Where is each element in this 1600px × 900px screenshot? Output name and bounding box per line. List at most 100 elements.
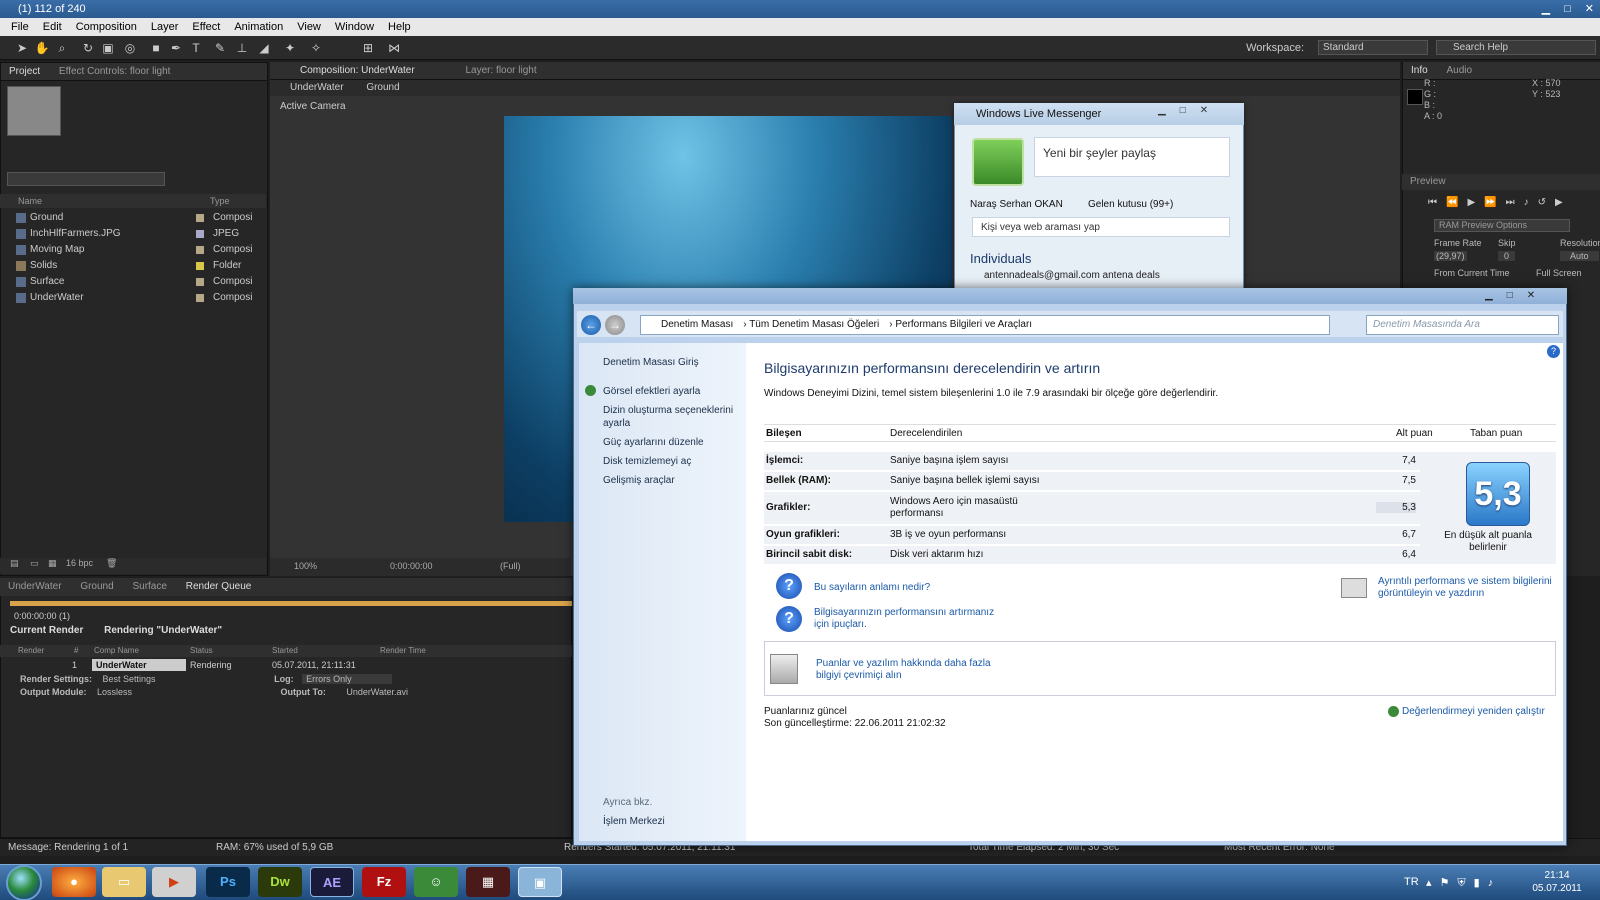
tab-surface[interactable]: Surface xyxy=(124,581,174,592)
skip-select[interactable]: 0 xyxy=(1498,251,1516,261)
local-axis-icon[interactable]: ⊞ xyxy=(360,40,376,56)
next-frame-icon[interactable]: ⏩ xyxy=(1484,197,1505,208)
show-hidden-icons-icon[interactable]: ▴ xyxy=(1426,877,1440,889)
frame-rate-select[interactable]: (29,97) xyxy=(1434,251,1467,261)
tab-audio[interactable]: Audio xyxy=(1438,65,1480,76)
media-player-icon[interactable]: ▶ xyxy=(152,867,196,897)
project-item[interactable]: Ground Composi xyxy=(0,210,266,226)
language-indicator[interactable]: TR xyxy=(1404,876,1419,888)
pen-tool-icon[interactable]: ✒ xyxy=(168,40,184,56)
rerun-assessment-link[interactable]: Değerlendirmeyi yeniden çalıştır xyxy=(1402,706,1545,718)
search-input[interactable]: Denetim Masasında Ara xyxy=(1366,315,1559,335)
breadcrumb-all-items[interactable]: Tüm Denetim Masası Öğeleri xyxy=(749,319,879,330)
prev-frame-icon[interactable]: ⏪ xyxy=(1446,197,1467,208)
clock[interactable]: 21:14 05.07.2011 xyxy=(1524,869,1590,895)
messenger-icon[interactable]: ☺ xyxy=(414,867,458,897)
maximize-icon[interactable]: □ xyxy=(1180,105,1186,116)
project-item[interactable]: Surface Composi xyxy=(0,274,266,290)
eraser-tool-icon[interactable]: ◢ xyxy=(256,40,272,56)
dreamweaver-icon[interactable]: Dw xyxy=(258,867,302,897)
first-frame-icon[interactable]: ⏮ xyxy=(1428,197,1446,208)
link-what-numbers-mean[interactable]: Bu sayıların anlamı nedir? xyxy=(814,582,930,594)
menu-effect[interactable]: Effect xyxy=(185,21,227,33)
menu-file[interactable]: File xyxy=(4,21,36,33)
project-item[interactable]: UnderWater Composi xyxy=(0,290,266,306)
close-icon[interactable]: ✕ xyxy=(1585,0,1594,18)
menu-help[interactable]: Help xyxy=(381,21,418,33)
maximize-icon[interactable]: □ xyxy=(1507,290,1513,301)
render-queue-row[interactable]: 1 UnderWater Rendering 05.07.2011, 21:11… xyxy=(0,659,572,671)
rectangle-tool-icon[interactable]: ■ xyxy=(148,40,164,56)
filezilla-icon[interactable]: Fz xyxy=(362,867,406,897)
project-search-input[interactable] xyxy=(7,172,165,186)
sidebar-item-indexing[interactable]: Dizin oluşturma seçeneklerini ayarla xyxy=(603,404,743,430)
sidebar-item-disk-cleanup[interactable]: Disk temizlemeyi aç xyxy=(603,455,691,468)
close-icon[interactable]: ✕ xyxy=(1200,105,1208,116)
ram-preview-icon[interactable]: ▶ xyxy=(1555,197,1572,208)
user-name-dropdown[interactable]: Naraş Serhan OKAN xyxy=(970,199,1063,210)
minimize-icon[interactable]: ▁ xyxy=(1485,290,1493,301)
link-performance-tips[interactable]: Bilgisayarınızın performansını artırmanı… xyxy=(814,607,1004,631)
hand-tool-icon[interactable]: ✋ xyxy=(34,40,50,56)
search-help-input[interactable]: Search Help xyxy=(1436,40,1596,55)
roto-brush-tool-icon[interactable]: ✦ xyxy=(282,40,298,56)
project-item[interactable]: Solids Folder xyxy=(0,258,266,274)
menu-edit[interactable]: Edit xyxy=(36,21,69,33)
clone-stamp-tool-icon[interactable]: ⊥ xyxy=(234,40,250,56)
tab-underwater[interactable]: UnderWater xyxy=(0,581,70,592)
sidebar-item-action-center[interactable]: İşlem Merkezi xyxy=(603,815,665,828)
back-arrow-icon[interactable]: ← xyxy=(581,315,601,335)
column-started[interactable]: Started xyxy=(272,645,298,657)
workspace-select[interactable]: Standard xyxy=(1318,40,1428,55)
firefox-icon[interactable]: ● xyxy=(52,867,96,897)
column-type[interactable]: Type xyxy=(210,194,230,208)
sidebar-item-advanced-tools[interactable]: Gelişmiş araçlar xyxy=(603,474,675,487)
trash-icon[interactable]: 🗑 xyxy=(106,558,117,569)
contact-search-input[interactable]: Kişi veya web araması yap xyxy=(972,217,1230,237)
sidebar-item-visual-effects[interactable]: Görsel efektleri ayarla xyxy=(603,385,700,398)
tab-layer[interactable]: Layer: floor light xyxy=(425,65,544,76)
zoom-select[interactable]: 100% xyxy=(294,561,317,571)
tab-info[interactable]: Info xyxy=(1403,65,1436,76)
new-composition-icon[interactable]: ▦ xyxy=(48,558,57,569)
tab-composition[interactable]: Composition: UnderWater xyxy=(270,65,423,76)
column-comp-name[interactable]: Comp Name xyxy=(94,645,139,657)
breadcrumb-control-panel[interactable]: Denetim Masası xyxy=(661,319,733,330)
column-render-time[interactable]: Render Time xyxy=(380,645,426,657)
rotate-tool-icon[interactable]: ↻ xyxy=(80,40,96,56)
close-icon[interactable]: ✕ xyxy=(1527,290,1535,301)
menu-animation[interactable]: Animation xyxy=(227,21,290,33)
minimize-icon[interactable]: ▁ xyxy=(1158,105,1166,116)
inbox-link[interactable]: Gelen kutusu (99+) xyxy=(1088,199,1173,210)
current-render-label[interactable]: Current Render xyxy=(10,625,83,636)
security-icon[interactable]: ⛨ xyxy=(1457,877,1473,889)
tab-ground[interactable]: Ground xyxy=(72,581,121,592)
breadcrumb-underwater[interactable]: UnderWater xyxy=(270,82,344,93)
brush-tool-icon[interactable]: ✎ xyxy=(212,40,228,56)
column-number[interactable]: # xyxy=(74,645,78,657)
audio-icon[interactable]: ♪ xyxy=(1524,197,1538,208)
output-module-value[interactable]: Lossless xyxy=(97,687,132,697)
full-screen-checkbox[interactable]: Full Screen xyxy=(1536,268,1582,278)
after-effects-icon[interactable]: AE xyxy=(310,867,354,897)
link-detailed-info[interactable]: Ayrıntılı performans ve sistem bilgileri… xyxy=(1378,576,1558,600)
link-online-info[interactable]: Puanlar ve yazılım hakkında daha fazla b… xyxy=(816,658,996,682)
archive-icon[interactable]: ▦ xyxy=(466,867,510,897)
status-message-input[interactable]: Yeni bir şeyler paylaş xyxy=(1034,137,1230,177)
interpret-footage-icon[interactable]: ▤ xyxy=(10,558,19,569)
menu-view[interactable]: View xyxy=(290,21,328,33)
project-item[interactable]: Moving Map Composi xyxy=(0,242,266,258)
tab-render-queue[interactable]: Render Queue xyxy=(178,581,260,592)
maximize-icon[interactable]: □ xyxy=(1564,0,1571,18)
play-icon[interactable]: ▶ xyxy=(1467,197,1484,208)
last-frame-icon[interactable]: ⏭ xyxy=(1506,197,1524,208)
text-tool-icon[interactable]: T xyxy=(188,40,204,56)
tab-preview[interactable]: Preview xyxy=(1402,174,1600,190)
flag-icon[interactable]: ⚑ xyxy=(1440,877,1458,889)
contact-group-title[interactable]: Individuals xyxy=(970,251,1031,266)
avatar[interactable] xyxy=(972,138,1024,186)
menu-composition[interactable]: Composition xyxy=(69,21,144,33)
ram-preview-select[interactable]: RAM Preview Options xyxy=(1434,219,1570,232)
sidebar-item-power[interactable]: Güç ayarlarını düzenle xyxy=(603,436,704,449)
render-settings-value[interactable]: Best Settings xyxy=(103,674,156,684)
